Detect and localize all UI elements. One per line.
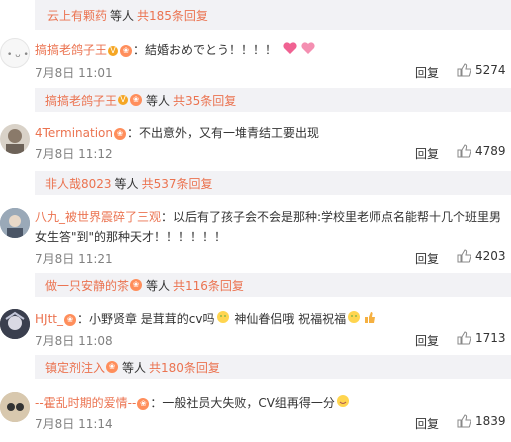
comment-date: 7月8日 11:08 (35, 334, 113, 348)
avatar[interactable] (0, 124, 30, 154)
fan-badge-icon: ❀ (130, 279, 143, 291)
avatar-icon (0, 309, 30, 339)
comment-username[interactable]: HJtt_ (35, 312, 63, 326)
like-button[interactable]: 1713 (457, 331, 506, 345)
reply-user-link[interactable]: 镇定剂注入 (45, 359, 105, 376)
pink-heart-icon (282, 41, 298, 61)
verified-badge-icon: V (118, 95, 129, 105)
comment-username[interactable]: 八九_被世界震碎了三观 (35, 210, 161, 224)
reply-summary-bar[interactable]: 镇定剂注入 ❀ 等人 共180条回复 (35, 355, 511, 379)
comment-date: 7月8日 11:12 (35, 147, 113, 161)
svg-text:• ᴗ •: • ᴗ • (7, 50, 29, 60)
reply-count-link[interactable]: 共185条回复 (137, 7, 208, 24)
reply-count-link[interactable]: 共35条回复 (173, 92, 236, 109)
reply-button[interactable]: 回复 (415, 332, 439, 349)
comment-text: ：一般社员大失败，CV组再得一分 (150, 396, 335, 410)
reply-count-link[interactable]: 共180条回复 (149, 359, 220, 376)
thumbs-up-icon (457, 414, 471, 428)
comment-line: 搞搞老鸽子王 V ❀ ：結婚おめでとう！！！！ (35, 40, 317, 61)
avatar[interactable] (0, 392, 30, 422)
comment-username[interactable]: --霍乱时期的爱情-- (35, 396, 136, 410)
comment-date: 7月8日 11:21 (35, 252, 113, 266)
fan-badge-icon: ❀ (120, 44, 133, 57)
comment-date: 7月8日 11:14 (35, 417, 113, 431)
avatar-icon (0, 392, 30, 422)
comment-username[interactable]: 搞搞老鸽子王 (35, 43, 107, 57)
like-count: 5274 (475, 63, 506, 77)
like-count: 1713 (475, 331, 506, 345)
verified-badge-icon: V (108, 45, 119, 56)
thumbs-up-icon (457, 144, 471, 158)
reply-deng-text: 等人 (114, 176, 139, 191)
comment-text: ：以后有了孩子会不会是那种:学校里老师点名能帮十几个班里男 (161, 210, 502, 224)
like-button[interactable]: 4203 (457, 249, 506, 263)
fan-badge-icon: ❀ (130, 94, 143, 106)
reply-button[interactable]: 回复 (415, 415, 439, 432)
like-count: 1839 (475, 414, 506, 428)
comment-line-continued: 女生答"到"的那种天才！！！！！！ (35, 227, 226, 247)
avatar-icon (0, 208, 30, 238)
thumbs-up-emoji-icon (363, 310, 377, 330)
thumbs-up-icon (457, 331, 471, 345)
comment-username[interactable]: 4Termination (35, 126, 113, 140)
reply-summary-bar[interactable]: 搞搞老鸽子王 V ❀ 等人 共35条回复 (35, 88, 511, 112)
comment-text-continued: 女生答"到"的那种天才！！！！！！ (35, 230, 227, 244)
avatar-icon (6, 129, 24, 154)
fan-badge-icon: ❀ (106, 361, 119, 373)
thumbs-up-icon (457, 249, 471, 263)
pink-heart-icon (300, 41, 316, 61)
comment-text: ：不出意外，又有一堆青结工要出现 (127, 126, 320, 140)
like-count: 4203 (475, 249, 506, 263)
comment-text: ：小野贤章 是茸茸的cv吗 (76, 312, 215, 326)
laughing-face-icon (336, 394, 350, 414)
reply-user-link[interactable]: 非人哉8023 (45, 175, 112, 192)
thumbs-up-icon (457, 63, 471, 77)
reply-deng-text: 等人 (146, 93, 171, 108)
like-button[interactable]: 1839 (457, 414, 506, 428)
avatar[interactable] (0, 309, 30, 339)
reply-button[interactable]: 回复 (415, 64, 439, 81)
reply-summary-bar[interactable]: 非人哉8023 等人 共537条回复 (35, 171, 511, 195)
reply-count-link[interactable]: 共537条回复 (142, 175, 213, 192)
crying-face-icon (347, 310, 361, 330)
reply-user-link[interactable]: 做一只安静的茶 (45, 277, 129, 294)
comment-line: 4Termination ❀ ：不出意外，又有一堆青结工要出现 (35, 123, 319, 143)
fan-badge-icon: ❀ (63, 313, 76, 326)
comment-text-b: 神仙眷侣哦 祝福祝福 (230, 312, 347, 326)
crying-face-icon (216, 310, 230, 330)
like-count: 4789 (475, 144, 506, 158)
reply-deng-text: 等人 (122, 360, 147, 375)
avatar[interactable] (0, 208, 30, 238)
reply-user-link[interactable]: 搞搞老鸽子王 (45, 92, 117, 109)
reply-user-link[interactable]: 云上有颗药 (47, 7, 107, 24)
comment-line: --霍乱时期的爱情-- ❀ ：一般社员大失败，CV组再得一分 (35, 393, 351, 414)
reply-count-link[interactable]: 共116条回复 (173, 277, 244, 294)
reply-deng-text: 等人 (110, 8, 135, 23)
fan-badge-icon: ❀ (137, 397, 150, 410)
avatar-icon: • ᴗ • (7, 50, 29, 60)
like-button[interactable]: 4789 (457, 144, 506, 158)
comment-line: HJtt_ ❀ ：小野贤章 是茸茸的cv吗 神仙眷侣哦 祝福祝福 (35, 309, 378, 330)
comment-line: 八九_被世界震碎了三观：以后有了孩子会不会是那种:学校里老师点名能帮十几个班里男 (35, 207, 501, 227)
reply-button[interactable]: 回复 (415, 250, 439, 267)
reply-deng-text: 等人 (146, 278, 171, 293)
reply-button[interactable]: 回复 (415, 145, 439, 162)
comment-date: 7月8日 11:01 (35, 66, 113, 80)
comment-text: ：結婚おめでとう！！！！ (133, 43, 278, 57)
fan-badge-icon: ❀ (114, 127, 126, 140)
reply-summary-bar[interactable]: 做一只安静的茶 ❀ 等人 共116条回复 (35, 273, 511, 297)
reply-summary-bar[interactable]: 云上有颗药 等人 共185条回复 (35, 0, 511, 30)
avatar[interactable]: • ᴗ • (0, 38, 30, 68)
like-button[interactable]: 5274 (457, 63, 506, 77)
